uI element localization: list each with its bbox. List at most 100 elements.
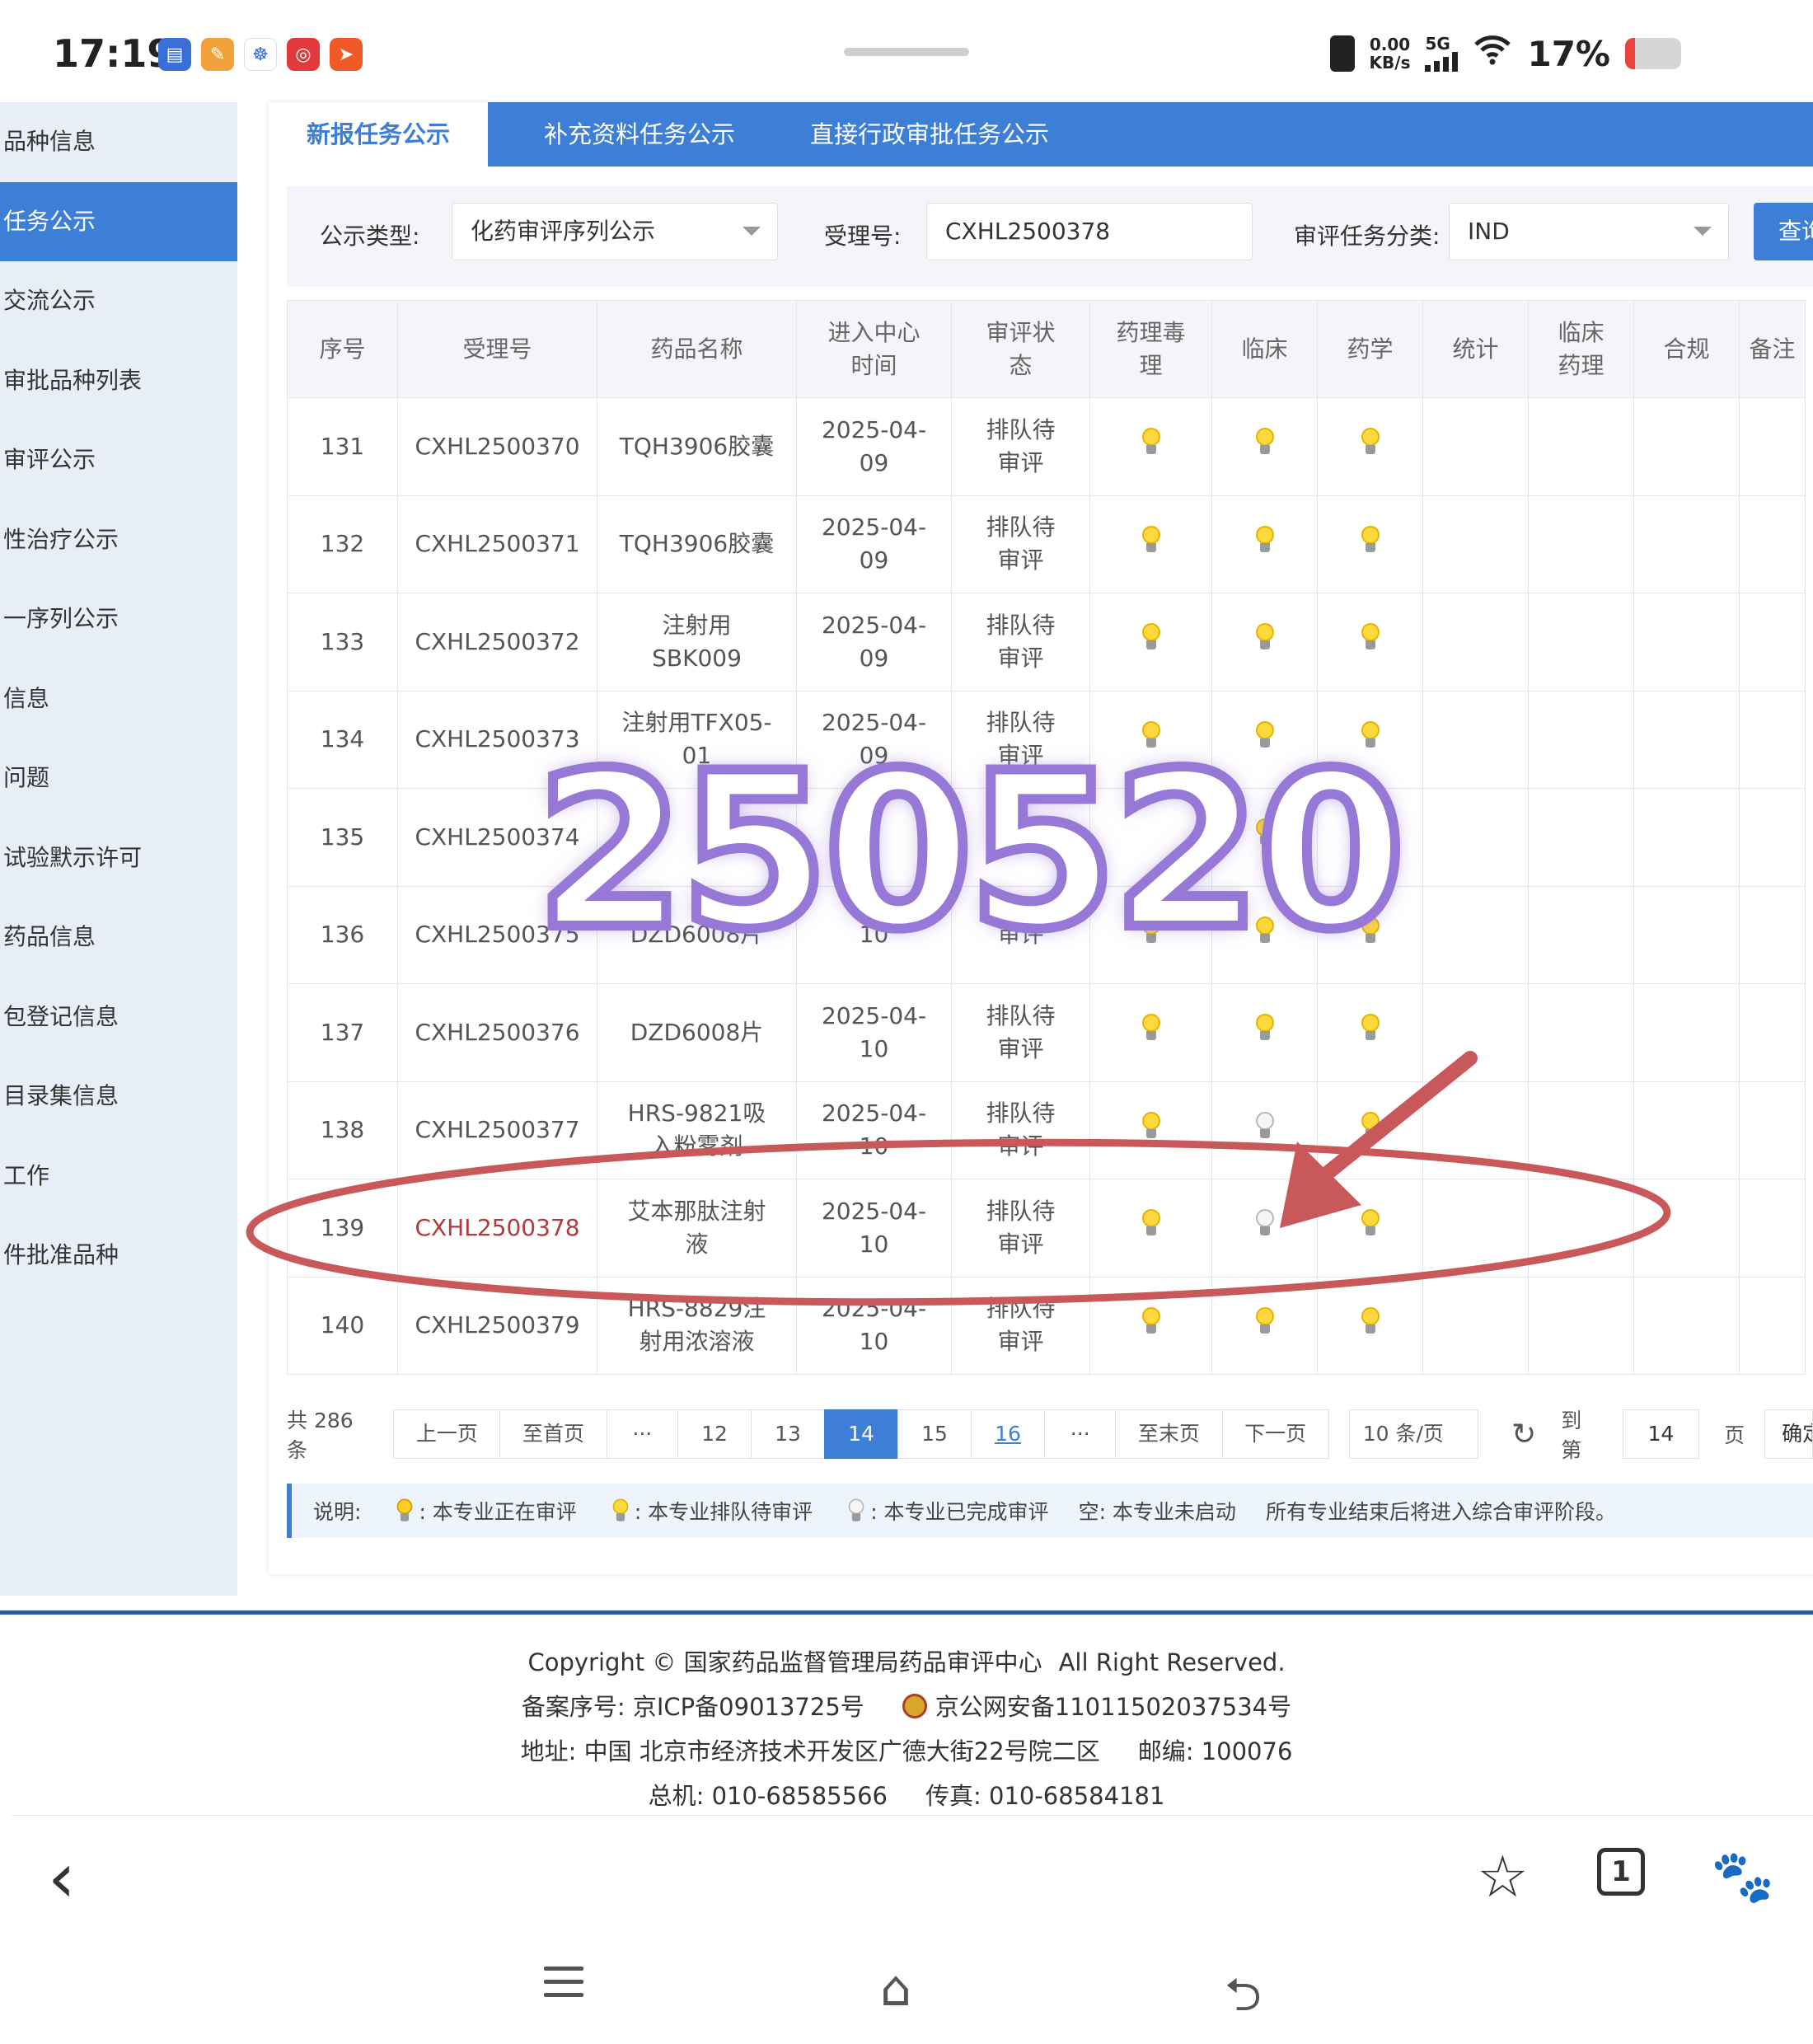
pagination-ellipsis-right[interactable]: ··· <box>1044 1409 1117 1459</box>
bulb-queued-icon <box>1360 1306 1381 1335</box>
footer-police-link[interactable]: 京公网安备11011502037534号 <box>935 1693 1291 1721</box>
pagination-total: 共 286 条 <box>287 1409 354 1462</box>
cell-clinical <box>1211 1081 1318 1179</box>
cell-date: 2025-04- 10 <box>796 1081 952 1179</box>
pagination-ellipsis-left[interactable]: ··· <box>606 1409 679 1459</box>
page-number-button[interactable]: 12 <box>677 1409 752 1459</box>
network-type: 5G <box>1425 34 1450 54</box>
cell-statistics <box>1422 690 1529 789</box>
cell-acceptance[interactable]: CXHL2500376 <box>397 983 597 1082</box>
network-speed-unit: KB/s <box>1369 53 1411 73</box>
legend-queued: : 本专业排队待审评 <box>634 1500 813 1524</box>
page-size-select[interactable]: 10 条/页 ⌄ <box>1348 1409 1479 1493</box>
tab-new-tasks[interactable]: 新报任务公示 <box>269 102 488 166</box>
bulb-queued-icon <box>1360 1111 1381 1140</box>
sidebar-item[interactable]: 交流公示 <box>0 261 237 341</box>
type-select[interactable]: 化药审评序列公示 <box>452 203 778 260</box>
bookmark-star-icon[interactable]: ☆ <box>1477 1843 1529 1910</box>
sidebar-item[interactable]: 信息 <box>0 659 237 739</box>
cell-acceptance[interactable]: CXHL2500379 <box>397 1276 597 1375</box>
sidebar-item[interactable]: 目录集信息 <box>0 1057 237 1137</box>
police-badge-icon <box>902 1694 927 1718</box>
cell-no: 140 <box>287 1276 398 1375</box>
column-header: 临床 <box>1211 300 1318 398</box>
prev-page-button[interactable]: 上一页 <box>393 1409 501 1459</box>
system-back-icon[interactable]: ⮌ <box>1225 1962 1262 2040</box>
bulb-queued-icon <box>1254 1014 1276 1042</box>
sidebar-item[interactable]: 任务公示 <box>0 181 237 261</box>
page-number-button[interactable]: 16 <box>971 1409 1046 1459</box>
search-button[interactable]: 查询 <box>1754 203 1813 260</box>
cell-date: 2025-04- 09 <box>796 495 952 593</box>
bulb-done-icon <box>847 1498 865 1523</box>
cell-acceptance[interactable]: CXHL2500370 <box>397 397 597 496</box>
sidebar-item[interactable]: 工作 <box>0 1137 237 1217</box>
date-stamp-overlay: 250520 <box>531 728 1410 977</box>
sidebar-item[interactable]: 审评公示 <box>0 420 237 500</box>
cell-drug: 注射用 SBK009 <box>597 593 797 691</box>
cell-compliance <box>1633 885 1740 984</box>
page-number-button[interactable]: 15 <box>897 1409 972 1459</box>
column-header: 临床 药理 <box>1528 300 1634 398</box>
tab-direct-approval-tasks[interactable]: 直接行政审批任务公示 <box>789 102 1070 166</box>
baidu-paw-icon[interactable]: 🐾 <box>1711 1846 1774 1907</box>
menu-icon[interactable] <box>544 1967 583 1998</box>
legend-in-review: : 本专业正在审评 <box>419 1500 577 1524</box>
goto-confirm-button[interactable]: 确定 <box>1764 1409 1813 1459</box>
category-select[interactable]: IND <box>1449 203 1729 260</box>
cell-compliance <box>1633 983 1740 1082</box>
cell-acceptance[interactable]: CXHL2500377 <box>397 1081 597 1179</box>
tab-count-button[interactable]: 1 <box>1597 1848 1645 1896</box>
cell-acceptance[interactable]: CXHL2500372 <box>397 593 597 691</box>
signal-bars-icon <box>1425 52 1459 72</box>
bulb-queued-icon <box>611 1498 630 1523</box>
acceptance-input[interactable]: CXHL2500378 <box>926 203 1253 260</box>
cell-clinical <box>1211 495 1318 593</box>
footer-divider <box>0 1610 1813 1615</box>
first-page-button[interactable]: 至首页 <box>499 1409 607 1459</box>
next-page-button[interactable]: 下一页 <box>1221 1409 1329 1459</box>
type-select-value: 化药审评序列公示 <box>471 218 656 245</box>
battery-level-fill <box>1625 38 1635 69</box>
table-row: 133 CXHL2500372 注射用 SBK009 2025-04- 09 排队待 审… <box>287 593 1806 691</box>
column-header: 审评状 态 <box>951 300 1090 398</box>
cell-statistics <box>1422 397 1529 496</box>
legend-empty: 空: 本专业未启动 <box>1078 1500 1236 1524</box>
footer-rights: All Right Reserved. <box>1058 1648 1286 1676</box>
last-page-button[interactable]: 至末页 <box>1115 1409 1223 1459</box>
sidebar-item[interactable]: 审批品种列表 <box>0 341 237 421</box>
home-icon[interactable]: ⌂ <box>880 1960 911 2018</box>
cell-acceptance[interactable]: CXHL2500371 <box>397 495 597 593</box>
footer-icp-link[interactable]: 备案序号: 京ICP备09013725号 <box>522 1693 864 1721</box>
cell-drug: TQH3906胶囊 <box>597 495 797 593</box>
bulb-queued-icon <box>1254 525 1276 554</box>
bulb-done-icon <box>1254 1111 1276 1140</box>
battery-icon <box>1625 38 1681 69</box>
cell-pharmacy <box>1317 593 1423 691</box>
drag-handle[interactable] <box>844 48 969 56</box>
sidebar-item[interactable]: 药品信息 <box>0 898 237 977</box>
goto-page-input[interactable]: 14 <box>1622 1409 1700 1459</box>
tab-supplement-tasks[interactable]: 补充资料任务公示 <box>516 102 763 166</box>
column-header: 受理号 <box>397 300 597 398</box>
cell-statistics <box>1422 788 1529 887</box>
back-chevron-icon[interactable]: ‹ <box>48 1843 76 1912</box>
page-number-button[interactable]: 14 <box>824 1409 899 1459</box>
sidebar-item[interactable]: 一序列公示 <box>0 579 237 659</box>
sidebar-item[interactable]: 问题 <box>0 738 237 818</box>
cell-status: 排队待 审评 <box>951 1081 1090 1179</box>
sidebar-item[interactable]: 包登记信息 <box>0 977 237 1057</box>
cell-clinical-pharmacology <box>1528 1179 1634 1278</box>
page-number-button[interactable]: 13 <box>751 1409 826 1459</box>
cell-pharmtox <box>1089 495 1212 593</box>
battery-percent: 17% <box>1527 33 1610 74</box>
sidebar-item[interactable]: 件批准品种 <box>0 1216 237 1296</box>
sidebar-item[interactable]: 试验默示许可 <box>0 818 237 898</box>
refresh-icon[interactable]: ↻ <box>1511 1418 1536 1451</box>
cell-statistics <box>1422 1276 1529 1375</box>
cell-acceptance[interactable]: CXHL2500378 <box>397 1179 597 1278</box>
sidebar-item[interactable]: 品种信息 <box>0 102 237 182</box>
app-notification-icon: ▤ <box>158 38 191 71</box>
sidebar-item[interactable]: 性治疗公示 <box>0 500 237 580</box>
cell-pharmacy <box>1317 1179 1423 1278</box>
